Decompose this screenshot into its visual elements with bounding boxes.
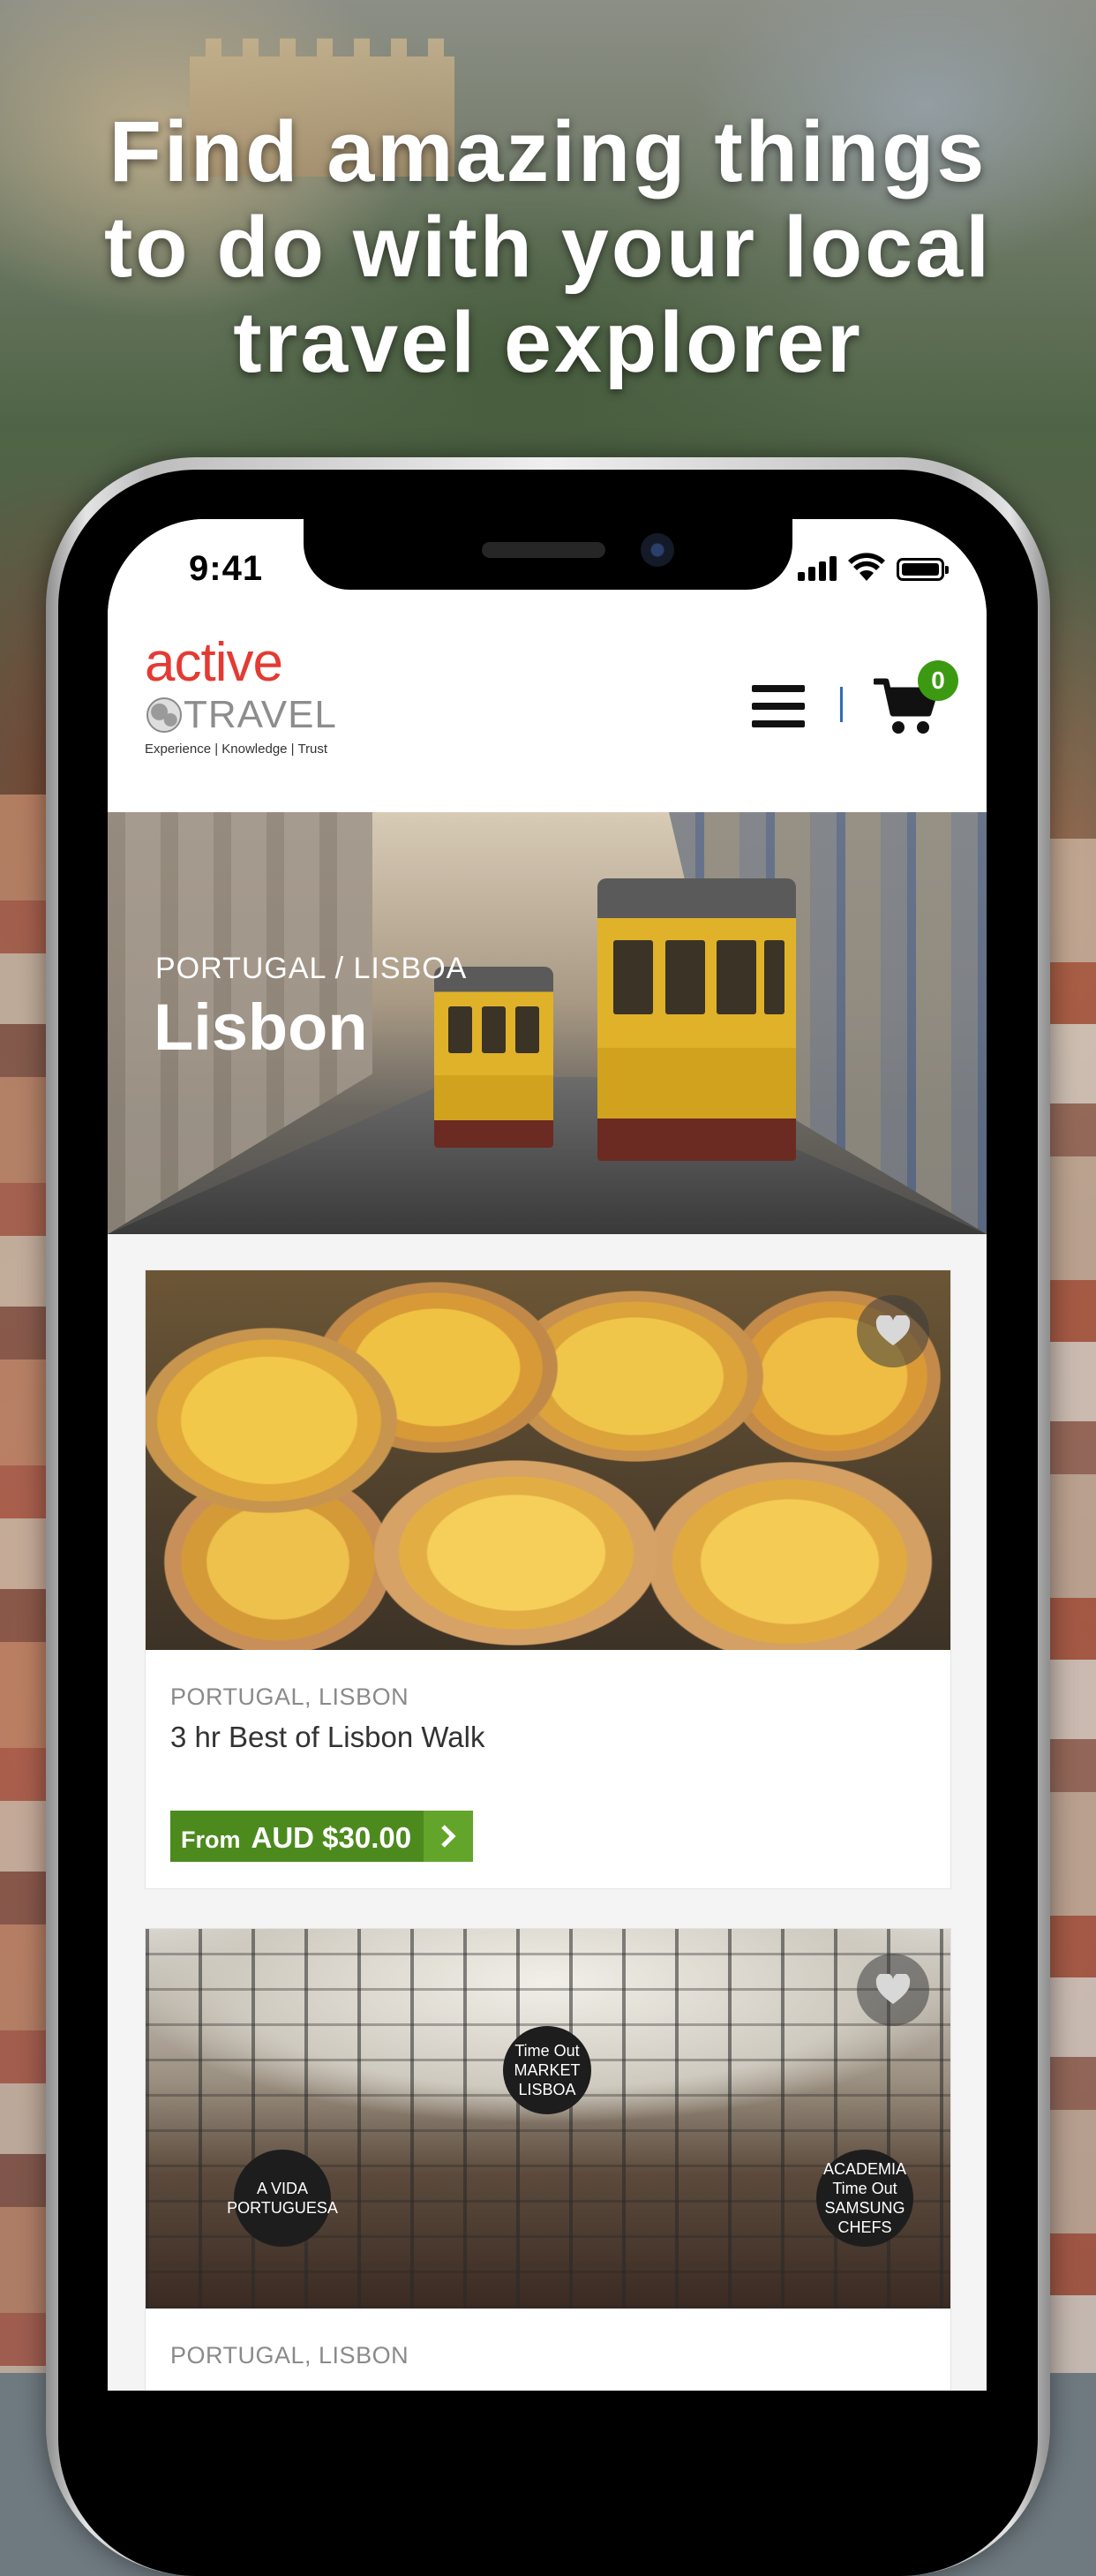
status-time: 9:41	[189, 549, 264, 588]
price-prefix: From	[181, 1827, 241, 1853]
hero-title: Lisbon	[154, 990, 368, 1064]
logo-word-active: active	[145, 632, 283, 693]
front-camera	[641, 533, 674, 567]
price-amount: AUD $30.00	[251, 1821, 412, 1854]
phone-notch	[304, 519, 792, 590]
heart-icon	[875, 1315, 911, 1345]
favorite-button[interactable]	[857, 1295, 929, 1367]
destination-hero: PORTUGAL / LISBOA Lisbon	[108, 812, 987, 1234]
logo-word-travel: TRAVEL	[184, 693, 337, 736]
price-label: From AUD $30.00	[170, 1811, 424, 1862]
market-sign-right: ACADEMIA Time Out SAMSUNG CHEFS	[816, 2150, 913, 2247]
heart-icon	[875, 1974, 911, 2004]
tour-location: PORTUGAL, LISBON	[170, 2342, 409, 2369]
globe-icon	[146, 697, 182, 733]
menu-icon[interactable]	[752, 685, 805, 727]
tour-card[interactable]: PORTUGAL, LISBON 3 hr Best of Lisbon Wal…	[145, 1269, 951, 1889]
logo-tagline: Experience | Knowledge | Trust	[145, 742, 328, 757]
price-button[interactable]: From AUD $30.00	[170, 1811, 474, 1862]
tram-far	[434, 967, 553, 1148]
promo-headline: Find amazing things to do with your loca…	[103, 103, 993, 390]
tour-image-custard-tarts[interactable]	[146, 1270, 950, 1650]
tour-card[interactable]: A VIDA PORTUGUESA Time Out MARKET LISBOA…	[145, 1928, 951, 2391]
header-divider	[840, 687, 843, 722]
speaker-grille	[482, 542, 605, 558]
signal-icon	[798, 554, 842, 581]
hero-breadcrumb[interactable]: PORTUGAL / LISBOA	[155, 952, 467, 986]
chevron-right-icon	[424, 1811, 474, 1862]
favorite-button[interactable]	[857, 1954, 929, 2026]
tour-location: PORTUGAL, LISBON	[170, 1683, 409, 1710]
market-sign-left: A VIDA PORTUGUESA	[227, 2150, 338, 2247]
tour-image-time-out-market[interactable]: A VIDA PORTUGUESA Time Out MARKET LISBOA…	[146, 1929, 950, 2309]
tram-near	[597, 878, 796, 1161]
battery-icon	[897, 558, 949, 581]
phone-screen: 9:41 active TRAVEL Experience | Knowledg…	[108, 519, 987, 2391]
cart-count-badge[interactable]: 0	[918, 660, 958, 701]
wifi-icon	[848, 553, 885, 581]
active-travel-logo[interactable]: active TRAVEL Experience | Knowledge | T…	[145, 636, 348, 759]
market-sign-center: Time Out MARKET LISBOA	[503, 2026, 591, 2114]
tour-title[interactable]: 3 hr Best of Lisbon Walk	[170, 1721, 484, 1754]
app-header: active TRAVEL Experience | Knowledge | T…	[108, 599, 987, 813]
